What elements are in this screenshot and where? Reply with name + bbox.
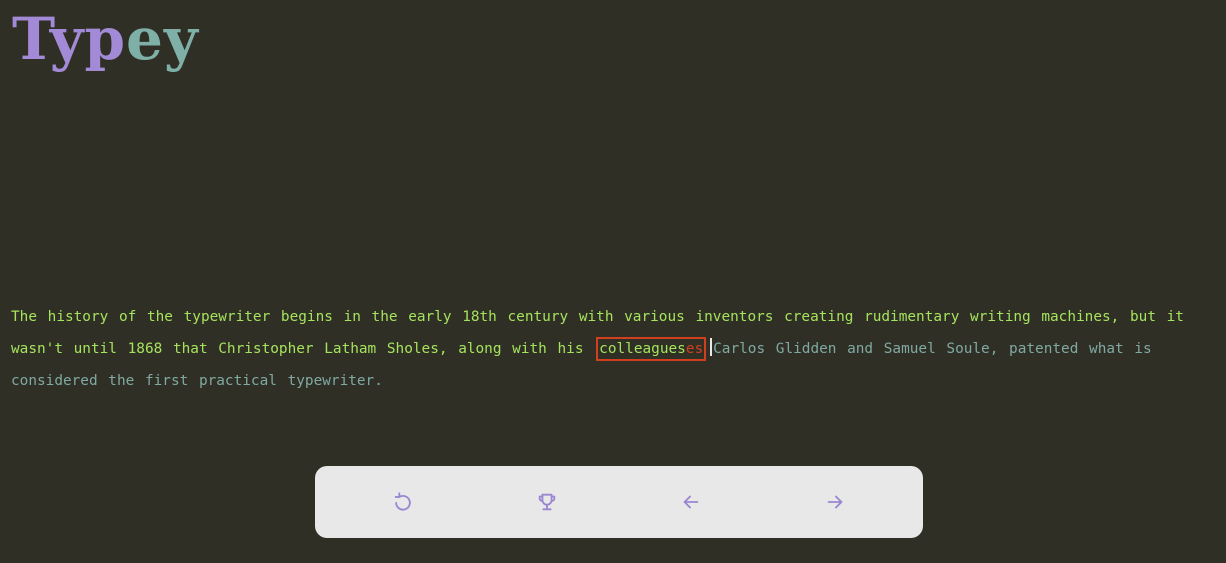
current-word-correct: colleagues bbox=[599, 341, 686, 357]
trophy-icon bbox=[538, 493, 556, 511]
restart-icon bbox=[394, 492, 411, 511]
text-caret bbox=[710, 338, 713, 356]
current-word: colleagueses bbox=[596, 337, 707, 361]
leaderboard-button[interactable] bbox=[525, 480, 569, 524]
typing-passage[interactable]: The history of the typewriter begins in … bbox=[11, 301, 1211, 397]
arrow-right-icon bbox=[827, 495, 843, 509]
logo-part-1: Typ bbox=[12, 5, 127, 73]
arrow-left-icon bbox=[683, 495, 699, 509]
logo-part-2: ey bbox=[126, 5, 199, 73]
previous-button[interactable] bbox=[669, 480, 713, 524]
restart-button[interactable] bbox=[381, 480, 425, 524]
next-button[interactable] bbox=[813, 480, 857, 524]
current-word-extra-letters: es bbox=[685, 341, 704, 357]
action-toolbar bbox=[315, 466, 923, 538]
app-logo: Typey bbox=[12, 4, 199, 74]
